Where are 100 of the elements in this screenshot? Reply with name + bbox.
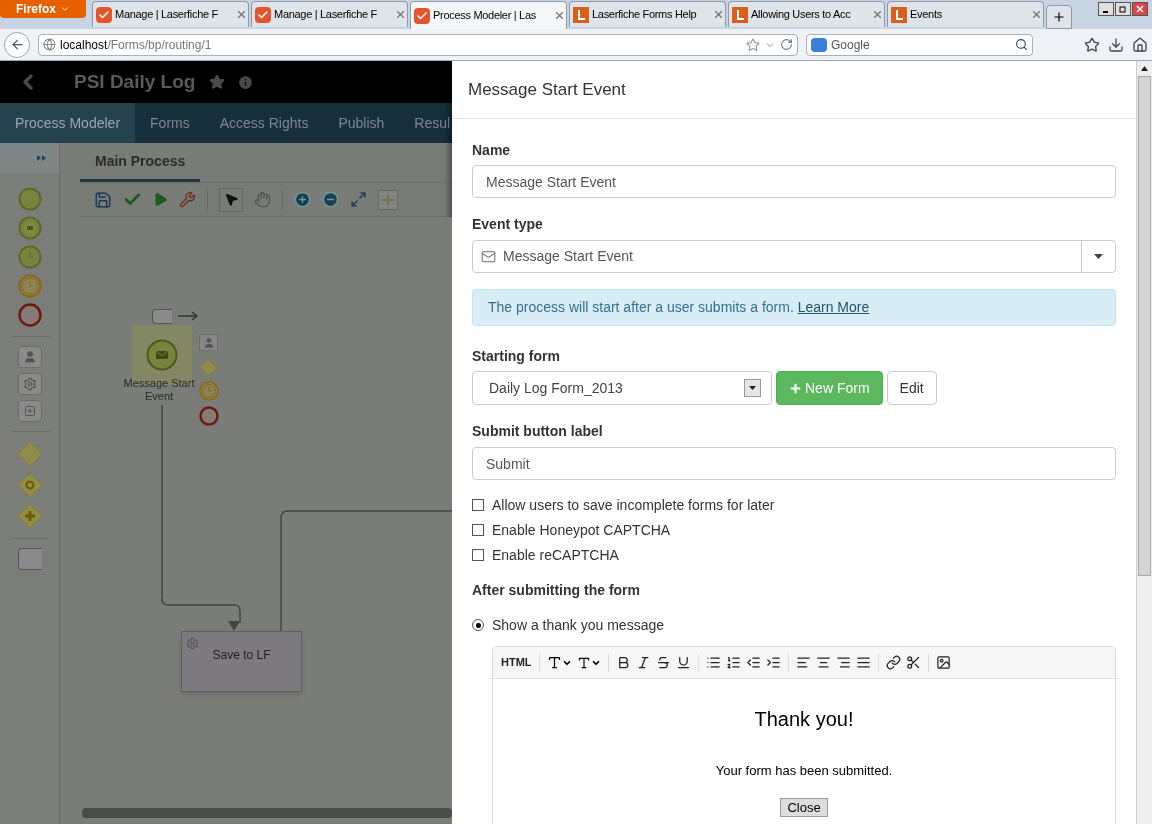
browser-tab[interactable]: Allowing Users to Acc [728,1,885,27]
download-icon[interactable] [1108,36,1124,53]
html-button[interactable]: HTML [501,654,532,671]
browser-tab[interactable]: Events [887,1,1044,27]
caret-icon [1094,254,1103,259]
check-icon [414,7,430,24]
field-label: Submit button label [472,422,604,441]
minimize-icon[interactable] [1098,2,1114,16]
justify-icon[interactable] [855,655,871,670]
tools-icon[interactable] [179,191,196,208]
node-label: Message Start Event [122,377,196,403]
sequence-flow-line[interactable] [160,405,164,601]
gateway-icon[interactable] [16,503,43,529]
search-icon[interactable] [1015,38,1028,51]
nav-tab[interactable]: Process Modeler [0,103,136,143]
close-icon[interactable] [874,11,881,18]
zoom-out-icon[interactable] [322,191,339,208]
subprocess-icon[interactable] [17,400,42,422]
italic-icon[interactable] [635,655,651,670]
play-icon[interactable] [153,192,168,207]
font-icon[interactable] [546,655,572,670]
strikethrough-icon[interactable] [655,655,671,670]
field-label: Name [472,141,512,160]
font-size-icon[interactable] [576,655,601,670]
form-select[interactable]: Daily Log Form_2013 [472,371,772,405]
vertical-scrollbar[interactable] [1136,61,1152,824]
annotation-icon[interactable] [152,309,172,324]
align-left-icon[interactable] [795,655,811,670]
message-event-icon[interactable] [17,216,42,240]
save-icon[interactable] [94,190,112,209]
bullet-list-icon[interactable] [705,655,721,670]
close-icon[interactable] [397,11,404,18]
new-tab-button[interactable] [1046,5,1072,29]
restore-icon[interactable] [1115,2,1131,16]
plus-icon [789,381,802,395]
back-button[interactable] [4,31,30,58]
image-icon[interactable] [935,655,951,670]
tab-title: Allowing Users to Acc [751,7,852,23]
end-event-icon[interactable] [199,406,219,426]
info-icon[interactable] [237,73,255,91]
radio-button[interactable] [472,619,484,631]
underline-icon[interactable] [675,655,691,670]
user-task-icon[interactable] [199,334,218,351]
browser-tab[interactable]: Manage | Laserfiche F [251,1,408,27]
align-right-icon[interactable] [835,655,851,670]
scrollbar-thumb[interactable] [1138,76,1151,576]
close-button[interactable]: Close [780,798,828,817]
close-icon[interactable] [715,11,722,18]
browser-tab[interactable]: Process Modeler | Las [410,1,567,29]
horizontal-scrollbar[interactable] [82,808,452,818]
arrow-icon[interactable] [178,311,200,321]
event-icon[interactable] [17,303,42,327]
service-task[interactable]: Save to LF [181,631,302,692]
browser-tab[interactable]: Manage | Laserfiche F [92,1,249,27]
checkbox[interactable] [472,524,484,536]
close-icon[interactable] [1033,11,1040,18]
text-field[interactable]: Message Start Event [472,165,1116,198]
star-icon[interactable] [209,74,226,90]
checkbox-label: Enable reCAPTCHA [492,546,619,565]
expand-icon[interactable] [37,155,47,161]
zoom-in-icon[interactable] [294,191,311,208]
search-field[interactable]: Google [806,33,1033,56]
select-value: Daily Log Form_2013 [489,378,624,398]
rich-text-editor[interactable]: HTML Thank you! Your form has been submitted. Close [492,646,1116,824]
sequence-flow-arrow[interactable] [160,599,244,632]
numbered-list-icon[interactable] [725,655,741,670]
annotation-icon[interactable] [17,548,42,570]
user-task-icon[interactable] [17,346,42,368]
address-bar[interactable]: localhost/Forms/bp/routing/1 [38,33,798,56]
radio-label: Show a thank you message [492,616,664,635]
event-type-select[interactable]: Message Start Event [472,240,1116,273]
plus-icon [1052,10,1066,24]
node-label: Save to LF [212,647,271,663]
learn-more-link[interactable]: Learn More [797,299,870,315]
gear-icon[interactable] [17,373,42,395]
checkbox[interactable] [472,549,484,561]
bookmarks-icon[interactable] [1084,36,1100,53]
reload-icon[interactable] [780,38,793,51]
home-icon[interactable] [1132,36,1148,53]
indent-icon[interactable] [765,655,781,670]
text-field[interactable]: Submit [472,447,1116,480]
browser-tab[interactable]: Laserfiche Forms Help [569,1,726,27]
align-center-icon[interactable] [815,655,831,670]
edit-button[interactable]: Edit [886,371,937,405]
message-text: Your form has been submitted. [715,763,893,779]
sequence-flow-line[interactable] [280,510,452,632]
close-icon[interactable] [1132,2,1148,16]
link-icon[interactable] [885,655,901,670]
gateway-icon[interactable] [16,472,43,498]
address-path: /Forms/bp/routing/1 [107,36,212,53]
close-icon[interactable] [556,12,563,19]
outdent-icon[interactable] [745,655,761,670]
checkbox[interactable] [472,499,484,511]
fit-icon[interactable] [350,191,367,208]
scroll-up-icon[interactable] [1141,66,1148,71]
message-start-event[interactable] [146,339,178,371]
pointer-tool[interactable] [219,187,243,212]
hand-icon[interactable] [254,191,271,208]
bookmark-star-icon[interactable] [746,37,760,52]
close-icon[interactable] [238,11,245,18]
